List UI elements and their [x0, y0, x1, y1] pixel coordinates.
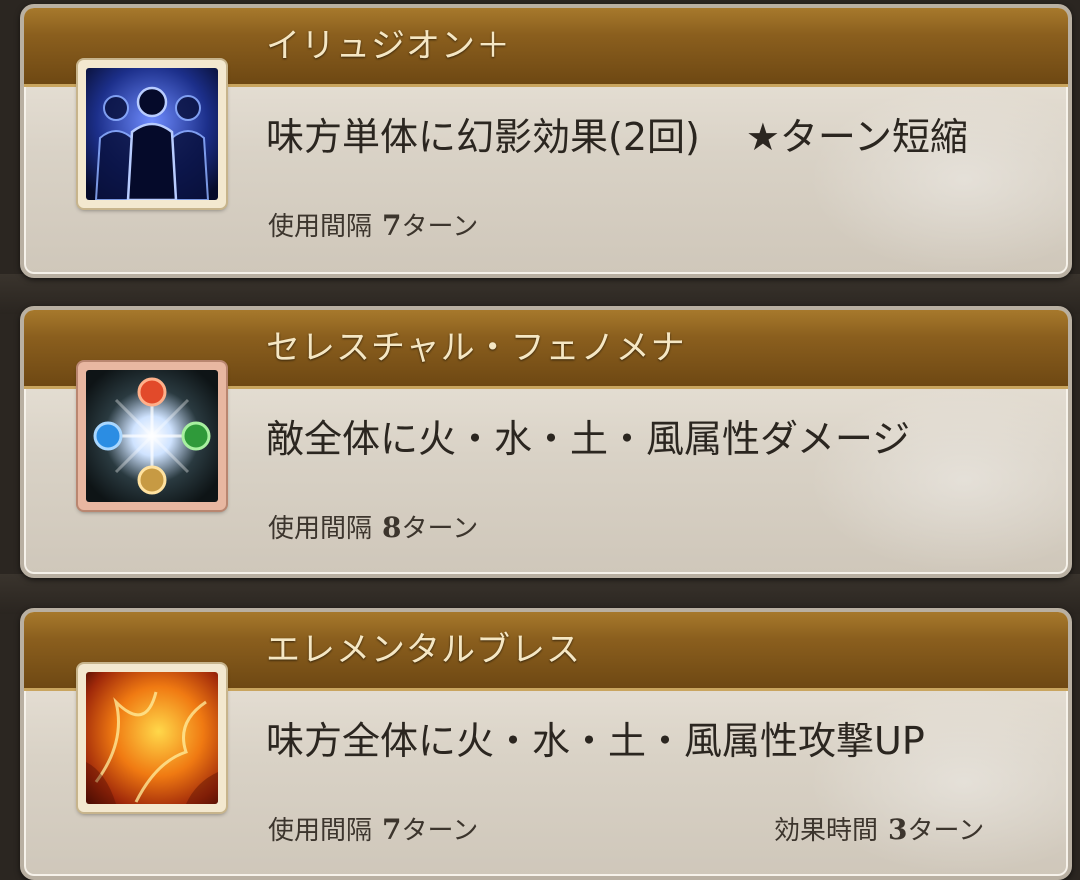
skill-description-row: 敵全体に火・水・土・風属性ダメージ	[266, 408, 910, 463]
duration-label: 効果時間	[774, 816, 879, 846]
cooldown-unit: ターン	[401, 212, 479, 242]
skill-name: エレメンタルブレス	[266, 630, 581, 670]
cooldown-label: 使用間隔	[268, 212, 373, 242]
skill-card-celestial[interactable]: セレスチャル・フェノメナ 敵全体に火・水・土・風属性ダメージ 使用間隔 8ターン	[20, 306, 1072, 578]
skill-icon-frame	[78, 664, 226, 812]
skill-description: 味方単体に幻影効果(2回)	[266, 115, 700, 159]
flame-breath-icon	[86, 672, 218, 804]
cooldown-stat: 使用間隔 7ターン	[268, 810, 478, 847]
cooldown-label: 使用間隔	[268, 514, 373, 544]
skill-name: イリュジオン＋	[266, 26, 511, 66]
cooldown-unit: ターン	[401, 816, 479, 846]
duration-unit: ターン	[907, 816, 985, 846]
skill-description-row: 味方単体に幻影効果(2回) ★ターン短縮	[266, 106, 968, 161]
skill-card-elemental-breath[interactable]: エレメンタルブレス 味方全体に火・水・土・風属性攻撃UP 使用間隔 7ターン 効…	[20, 608, 1072, 880]
duration-stat: 効果時間 3ターン	[774, 810, 984, 847]
skill-icon-frame	[78, 362, 226, 510]
four-elements-icon	[86, 370, 218, 502]
skill-description-row: 味方全体に火・水・土・風属性攻撃UP	[266, 710, 925, 765]
skill-name: セレスチャル・フェノメナ	[266, 328, 686, 368]
shadow-clones-icon	[86, 68, 218, 200]
skill-card-illusion[interactable]: イリュジオン＋ 味方単体に幻影効果(2回) ★ターン短縮 使用間隔 7ターン	[20, 4, 1072, 278]
cooldown-stat: 使用間隔 7ターン	[268, 206, 478, 243]
cooldown-stat: 使用間隔 8ターン	[268, 508, 478, 545]
cooldown-value: 8	[382, 511, 402, 544]
skill-description: 敵全体に火・水・土・風属性ダメージ	[266, 417, 911, 461]
cooldown-label: 使用間隔	[268, 816, 373, 846]
skill-extra-note: ★ターン短縮	[745, 115, 969, 159]
cooldown-value: 7	[382, 209, 402, 242]
cooldown-unit: ターン	[401, 514, 479, 544]
cooldown-value: 7	[382, 813, 402, 846]
skill-description: 味方全体に火・水・土・風属性攻撃UP	[266, 719, 925, 763]
skill-icon-frame	[78, 60, 226, 208]
duration-value: 3	[888, 813, 908, 846]
